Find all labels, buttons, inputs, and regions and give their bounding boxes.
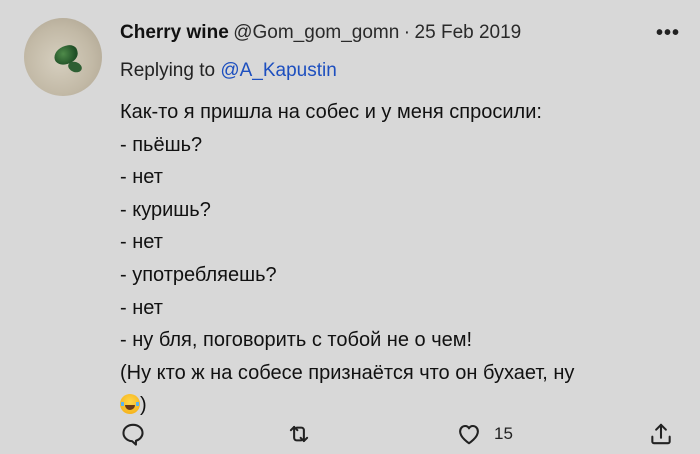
tweet-line-last: ) bbox=[120, 389, 680, 422]
tweet-line: - нет bbox=[120, 296, 163, 319]
reply-icon bbox=[122, 423, 144, 446]
reply-button[interactable] bbox=[120, 420, 146, 448]
tweet-line: - употребляешь? bbox=[120, 263, 277, 286]
separator-dot: · bbox=[403, 22, 411, 43]
tweet-card: Cherry wine @Gom_gom_gomn · 25 Feb 2019 … bbox=[0, 0, 700, 454]
more-options-icon[interactable]: ••• bbox=[656, 22, 680, 45]
face-with-tears-of-joy-icon bbox=[120, 394, 140, 415]
avatar-leaf-small bbox=[66, 59, 84, 75]
heart-icon bbox=[459, 424, 479, 445]
tweet-line: - ну бля, поговорить с тобой не о чем! bbox=[120, 329, 473, 352]
replying-prefix: Replying to bbox=[120, 60, 216, 81]
author-handle[interactable]: @Gom_gom_gomn bbox=[233, 22, 399, 43]
avatar[interactable] bbox=[24, 18, 102, 96]
replying-mention-link[interactable]: @A_Kapustin bbox=[220, 60, 336, 81]
author-name[interactable]: Cherry wine bbox=[120, 22, 229, 43]
tweet-date[interactable]: 25 Feb 2019 bbox=[415, 22, 522, 43]
tweet-line-tail: ) bbox=[140, 394, 147, 417]
tweet-line: Как-то я пришла на собес и у меня спроси… bbox=[120, 101, 542, 123]
tweet-header: Cherry wine @Gom_gom_gomn · 25 Feb 2019 … bbox=[120, 22, 680, 50]
like-button[interactable]: 15 bbox=[456, 420, 513, 448]
like-count: 15 bbox=[494, 424, 513, 443]
tweet-line: - пьёшь? bbox=[120, 133, 203, 156]
replying-to: Replying to @A_Kapustin bbox=[120, 60, 337, 82]
tweet-line: - куришь? bbox=[120, 198, 211, 221]
share-button[interactable] bbox=[648, 420, 674, 448]
tweet-line: - нет bbox=[120, 166, 163, 189]
tweet-line: (Ну кто ж на собесе признаётся что он бу… bbox=[120, 361, 575, 384]
share-icon bbox=[651, 423, 671, 445]
tweet-actions: 15 bbox=[120, 420, 680, 448]
tweet-text: Как-то я пришла на собес и у меня спроси… bbox=[120, 96, 680, 422]
retweet-button[interactable] bbox=[286, 420, 312, 448]
tweet-line: - нет bbox=[120, 231, 163, 254]
retweet-icon bbox=[289, 425, 309, 443]
